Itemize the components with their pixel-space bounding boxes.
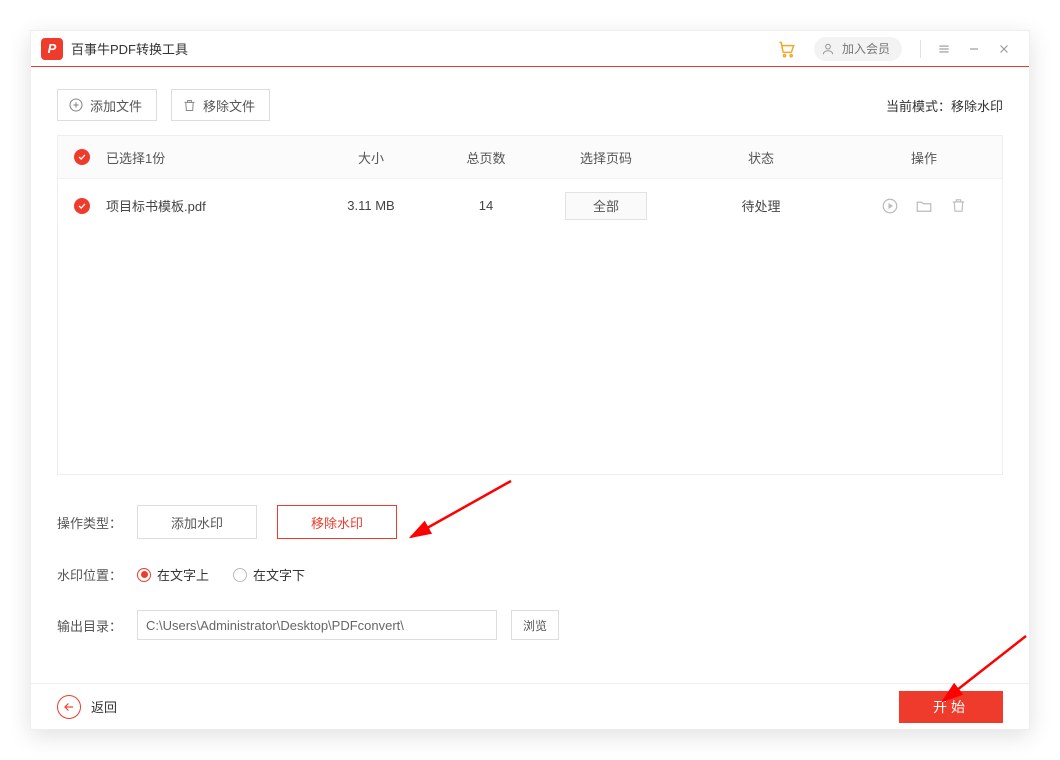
app-title: 百事牛PDF转换工具 (71, 39, 188, 58)
app-logo: P (41, 38, 63, 60)
row-checkbox[interactable] (58, 198, 106, 214)
remove-file-button[interactable]: 移除文件 (171, 89, 270, 121)
radio-unchecked-icon (233, 568, 247, 582)
select-all-checkbox[interactable] (58, 149, 106, 165)
user-icon (820, 41, 836, 57)
row-pages: 14 (436, 198, 536, 213)
row-filename: 项目标书模板.pdf (106, 196, 306, 215)
trash-icon (182, 98, 197, 113)
radio-checked-icon (137, 568, 151, 582)
add-file-button[interactable]: 添加文件 (57, 89, 157, 121)
table-row: 项目标书模板.pdf 3.11 MB 14 全部 待处理 (58, 178, 1002, 232)
join-member-label: 加入会员 (842, 40, 890, 57)
operation-type-label: 操作类型： (57, 513, 137, 532)
title-bar: P 百事牛PDF转换工具 加入会员 (31, 31, 1029, 67)
back-label: 返回 (91, 697, 117, 716)
play-icon[interactable] (880, 196, 900, 216)
row-ops (846, 196, 1002, 216)
check-circle-icon (74, 149, 90, 165)
table-header: 已选择1份 大小 总页数 选择页码 状态 操作 (58, 136, 1002, 178)
bottom-bar: 返回 开始 (31, 683, 1029, 729)
page-select-button[interactable]: 全部 (565, 192, 647, 220)
browse-button[interactable]: 浏览 (511, 610, 559, 640)
col-size: 大小 (306, 148, 436, 167)
row-status: 待处理 (676, 196, 846, 215)
row-size: 3.11 MB (306, 198, 436, 213)
watermark-position-row: 水印位置： 在文字上 在文字下 (57, 565, 1003, 584)
col-page-select: 选择页码 (536, 148, 676, 167)
col-selected: 已选择1份 (106, 148, 306, 167)
col-pages: 总页数 (436, 148, 536, 167)
add-watermark-mode[interactable]: 添加水印 (137, 505, 257, 539)
output-dir-label: 输出目录： (57, 616, 137, 635)
file-actions: 添加文件 移除文件 当前模式：移除水印 (57, 89, 1003, 121)
operation-type-row: 操作类型： 添加水印 移除水印 (57, 505, 1003, 539)
cart-icon[interactable] (776, 38, 798, 60)
position-under-radio[interactable]: 在文字下 (233, 565, 305, 584)
divider (920, 40, 921, 58)
current-mode: 当前模式：移除水印 (886, 96, 1003, 115)
back-button[interactable] (57, 695, 81, 719)
minimize-icon[interactable] (965, 40, 983, 58)
app-window: P 百事牛PDF转换工具 加入会员 添加文件 (30, 30, 1030, 730)
add-file-label: 添加文件 (90, 96, 142, 115)
remove-watermark-mode[interactable]: 移除水印 (277, 505, 397, 539)
output-dir-row: 输出目录： 浏览 (57, 610, 1003, 640)
output-dir-input[interactable] (137, 610, 497, 640)
join-member-button[interactable]: 加入会员 (814, 37, 902, 61)
delete-icon[interactable] (948, 196, 968, 216)
watermark-position-label: 水印位置： (57, 565, 137, 584)
start-button[interactable]: 开始 (899, 691, 1003, 723)
position-over-radio[interactable]: 在文字上 (137, 565, 209, 584)
plus-circle-icon (68, 97, 84, 113)
folder-icon[interactable] (914, 196, 934, 216)
arrow-left-icon (62, 700, 76, 714)
menu-icon[interactable] (935, 40, 953, 58)
file-table: 已选择1份 大小 总页数 选择页码 状态 操作 项目标书模板.pdf 3.11 … (57, 135, 1003, 475)
content-area: 添加文件 移除文件 当前模式：移除水印 已选择1份 大小 总页数 选择页码 (31, 67, 1029, 683)
col-ops: 操作 (846, 148, 1002, 167)
remove-file-label: 移除文件 (203, 96, 255, 115)
check-circle-icon (74, 198, 90, 214)
close-icon[interactable] (995, 40, 1013, 58)
col-status: 状态 (676, 148, 846, 167)
